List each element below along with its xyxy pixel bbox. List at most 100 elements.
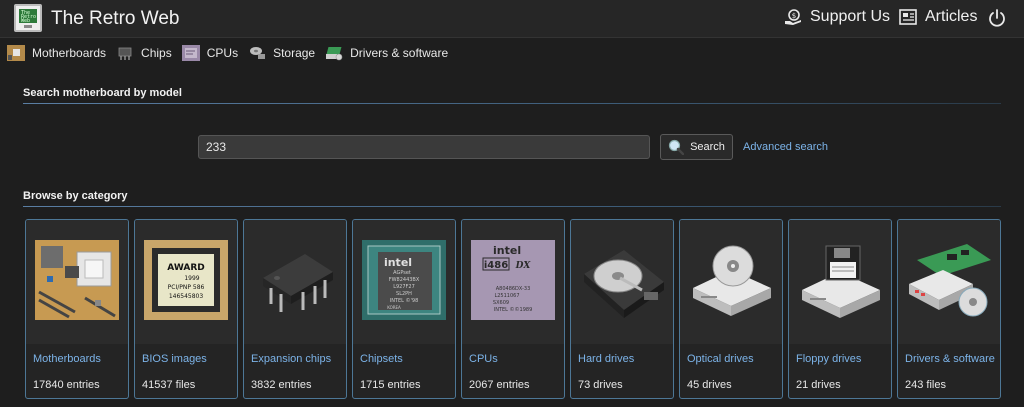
chipset-text-6: INTEL ©'98	[390, 297, 419, 304]
chip-icon	[118, 47, 132, 60]
category-card-drivers-software[interactable]: Drivers & software 243 files	[897, 219, 1001, 399]
category-card-motherboards[interactable]: Motherboards 17840 entries	[25, 219, 129, 399]
category-count: 73 drives	[578, 379, 623, 391]
category-count: 17840 entries	[33, 379, 100, 391]
cpu-text-1: intel	[493, 244, 521, 257]
site-title[interactable]: The Retro Web	[51, 8, 179, 30]
card-image	[680, 220, 782, 344]
category-card-floppy-drives[interactable]: Floppy drives 21 drives	[788, 219, 892, 399]
nav-label-chips: Chips	[141, 46, 172, 60]
category-name: BIOS images	[142, 353, 207, 365]
bios-chip-text-3: PCI/PNP 586	[168, 284, 205, 291]
card-image	[26, 220, 128, 344]
expansion-card-cd-image	[909, 244, 991, 317]
cpu-text-6: SX609	[493, 300, 509, 306]
category-name: Drivers & software	[905, 353, 995, 365]
intel-486-cpu-image: intel i486 DX A80486DX-33 L2511067 SX609…	[471, 240, 555, 320]
articles-link[interactable]: Articles	[899, 8, 977, 26]
category-card-hard-drives[interactable]: Hard drives 73 drives	[570, 219, 674, 399]
category-card-expansion-chips[interactable]: Expansion chips 3832 entries	[243, 219, 347, 399]
card-image: intel i486 DX A80486DX-33 L2511067 SX609…	[462, 220, 564, 344]
optical-drive-image	[693, 245, 771, 316]
bios-chip-image: AWARD 1999 PCI/PNP 586 146545803	[144, 240, 228, 320]
cpu-text-7: INTEL ©©1989	[494, 306, 533, 313]
cpu-text-5: L2511067	[494, 293, 519, 299]
nav-label-storage: Storage	[273, 46, 316, 60]
card-image: intel AGPset FW82443BX L927F27 SL2PH INT…	[353, 220, 455, 344]
nav-label-cpus: CPUs	[206, 46, 239, 60]
svg-text:$: $	[792, 12, 796, 20]
intel-chipset-image: intel AGPset FW82443BX L927F27 SL2PH INT…	[362, 240, 446, 320]
category-count: 41537 files	[142, 379, 196, 391]
category-name: Expansion chips	[251, 353, 332, 365]
card-image	[571, 220, 673, 344]
articles-newspaper-icon	[899, 9, 917, 25]
nav-item-chips[interactable]: Chips	[116, 45, 172, 61]
bios-chip-text-4: 146545803	[169, 293, 204, 300]
logo-stand	[24, 25, 32, 28]
nav-item-drivers-software[interactable]: Drivers & software	[325, 45, 448, 61]
card-image	[789, 220, 891, 344]
category-count: 21 drives	[796, 379, 841, 391]
chipset-text-5: SL2PH	[396, 291, 412, 297]
motherboard-image	[35, 240, 119, 320]
category-name: Optical drives	[687, 353, 754, 365]
browse-section-divider	[23, 206, 1001, 207]
category-card-chipsets[interactable]: intel AGPset FW82443BX L927F27 SL2PH INT…	[352, 219, 456, 399]
motherboard-icon	[7, 45, 25, 61]
category-card-optical-drives[interactable]: Optical drives 45 drives	[679, 219, 783, 399]
category-name: Chipsets	[360, 353, 403, 365]
nav-item-storage[interactable]: Storage	[248, 45, 315, 61]
advanced-search-link[interactable]: Advanced search	[743, 141, 828, 153]
nav-label-drivers-software: Drivers & software	[350, 46, 449, 60]
magnifier-icon	[668, 139, 685, 155]
nav-label-motherboards: Motherboards	[32, 46, 107, 60]
category-count: 1715 entries	[360, 379, 421, 391]
chipset-text-2: AGPset	[393, 270, 411, 276]
nav-item-motherboards[interactable]: Motherboards	[7, 45, 106, 61]
category-name: Floppy drives	[796, 353, 862, 365]
chipset-text-3: FW82443BX	[389, 277, 420, 283]
bios-chip-text-1: AWARD	[167, 263, 204, 273]
chipset-text-1: intel	[384, 256, 412, 269]
support-money-icon: $	[785, 9, 801, 25]
card-image	[898, 220, 1000, 344]
search-button-label: Search	[690, 141, 725, 153]
articles-label: Articles	[925, 8, 978, 25]
search-input[interactable]	[198, 135, 650, 159]
category-count: 2067 entries	[469, 379, 530, 391]
storage-icon	[250, 47, 266, 59]
cpu-text-2: i486	[484, 260, 508, 271]
search-button[interactable]: Search	[660, 134, 733, 160]
browse-section-title: Browse by category	[23, 190, 128, 202]
drivers-software-icon	[326, 47, 343, 61]
search-section-divider	[23, 103, 1001, 104]
logo-text: The Retro Web	[21, 10, 37, 24]
cpu-text-4: A80486DX-33	[496, 286, 531, 292]
cpu-text-3: DX	[515, 261, 532, 271]
floppy-drive-image	[802, 245, 880, 318]
category-card-bios-images[interactable]: AWARD 1999 PCI/PNP 586 146545803 BIOS im…	[134, 219, 238, 399]
category-nav: Motherboards Chips CPUs Storage Drivers …	[0, 40, 451, 66]
retro-computer-logo-icon[interactable]: The Retro Web	[14, 4, 42, 32]
category-card-cpus[interactable]: intel i486 DX A80486DX-33 L2511067 SX609…	[461, 219, 565, 399]
search-section-title: Search motherboard by model	[23, 87, 182, 99]
category-name: CPUs	[469, 353, 498, 365]
category-card-list: Motherboards 17840 entries AWARD 1999 PC…	[25, 219, 1001, 399]
category-count: 243 files	[905, 379, 946, 391]
chipset-text-7: KOREA	[387, 305, 401, 310]
bios-chip-text-2: 1999	[184, 275, 199, 282]
chipset-text-4: L927F27	[393, 284, 415, 290]
category-count: 45 drives	[687, 379, 732, 391]
power-icon[interactable]	[988, 9, 1006, 27]
card-image	[244, 220, 346, 344]
top-header: The Retro Web The Retro Web $ Support Us…	[0, 0, 1024, 38]
category-count: 3832 entries	[251, 379, 312, 391]
nav-item-cpus[interactable]: CPUs	[181, 45, 239, 61]
logo-screen: The Retro Web	[19, 9, 37, 24]
support-us-label: Support Us	[810, 8, 891, 25]
category-name: Motherboards	[33, 353, 101, 365]
hard-drive-image	[584, 250, 664, 318]
support-us-link[interactable]: $ Support Us	[784, 8, 890, 26]
category-name: Hard drives	[578, 353, 635, 365]
